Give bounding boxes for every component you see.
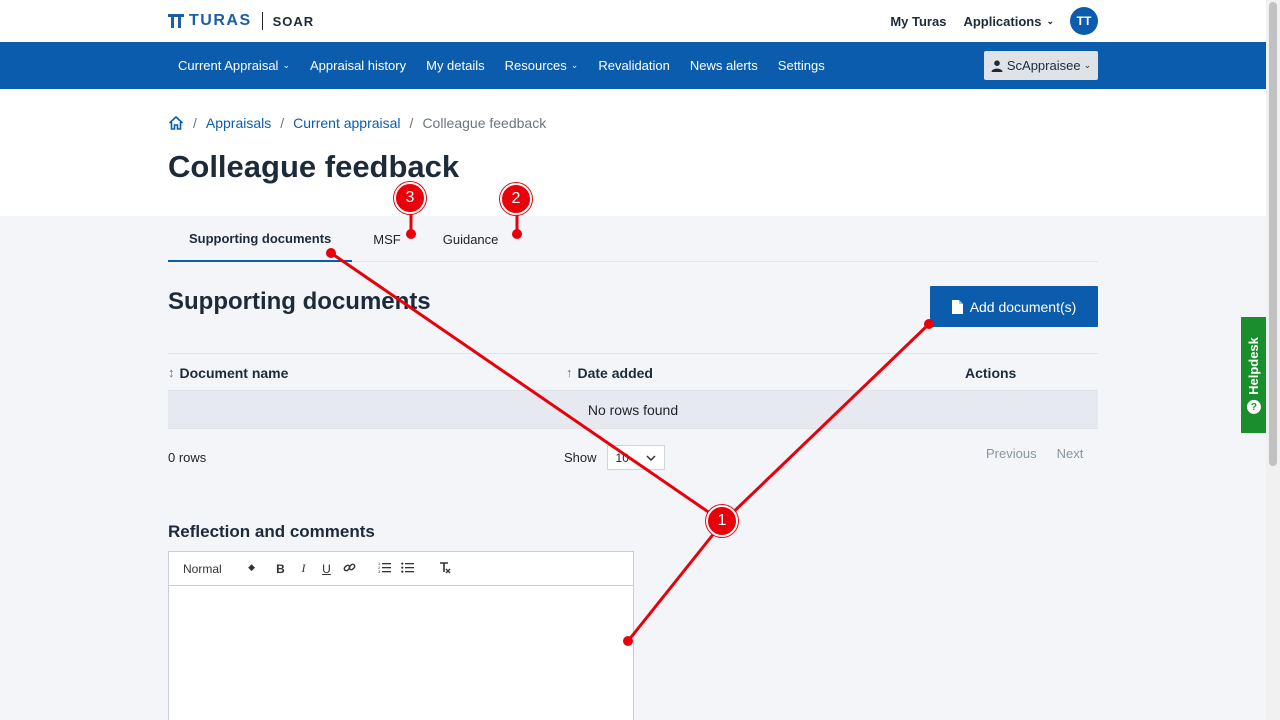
editor-textarea[interactable] [169,586,633,720]
chevron-down-icon: ⌄ [570,60,579,70]
pagination: Previous Next [986,446,1083,461]
main-navigation: Current Appraisal ⌄ Appraisal history My … [0,42,1266,89]
clear-format-icon [440,561,451,573]
rows-count: 0 rows [168,450,207,465]
chevron-down-icon: ⌄ [1083,60,1092,70]
column-label: Date added [577,364,653,381]
underline-button[interactable]: U [315,562,338,576]
link-button[interactable] [338,561,361,577]
nav-item-label: Revalidation [598,58,670,73]
breadcrumb: / Appraisals / Current appraisal / Colle… [168,115,546,131]
nav-item-appraisal-history[interactable]: Appraisal history [300,58,416,73]
chevron-down-icon [646,454,656,461]
avatar[interactable]: TT [1070,7,1098,35]
add-documents-label: Add document(s) [969,298,1077,315]
updown-icon: ◆ [248,561,255,572]
bold-button[interactable]: B [269,562,292,576]
applications-menu[interactable]: Applications ⌄ [963,14,1054,29]
column-document-name[interactable]: ↕ Document name [168,354,288,391]
breadcrumb-current-appraisal[interactable]: Current appraisal [293,115,400,131]
ordered-list-icon: 1 2 3 [378,561,391,574]
user-name: ScAppraisee [1006,58,1081,73]
turas-logo-icon [168,14,184,28]
empty-row: No rows found [168,391,1098,429]
page-scrollbar[interactable] [1266,0,1280,720]
nav-item-label: Resources [504,58,567,73]
nav-item-revalidation[interactable]: Revalidation [588,58,680,73]
nav-item-my-details[interactable]: My details [416,58,495,73]
tab-bar: Supporting documents MSF Guidance [168,216,1098,262]
editor-toolbar: Normal ◆ B I U 1 2 3 [169,552,633,586]
chevron-down-icon: ⌄ [282,60,290,70]
annotation-marker-3: 3 [394,182,426,214]
format-value: Normal [183,561,222,576]
nav-item-label: Current Appraisal [178,58,279,73]
page-title: Colleague feedback [168,149,460,184]
home-icon[interactable] [168,115,184,131]
helpdesk-tab[interactable]: ? Helpdesk [1241,317,1266,433]
applications-label: Applications [963,13,1042,29]
annotation-marker-1: 1 [706,505,738,537]
question-icon: ? [1246,399,1261,414]
chevron-down-icon: ⌄ [1046,15,1054,26]
column-label: Document name [179,364,289,381]
app-name: SOAR [272,13,315,29]
breadcrumb-separator: / [280,115,285,131]
reflection-title: Reflection and comments [168,522,375,541]
previous-button[interactable]: Previous [986,446,1037,461]
scrollbar-thumb[interactable] [1269,2,1277,466]
main-content: Supporting documents MSF Guidance Suppor… [0,216,1266,720]
annotation-marker-2: 2 [500,183,532,215]
italic-button[interactable]: I [292,561,315,576]
breadcrumb-separator: / [193,115,197,131]
tab-msf[interactable]: MSF [352,216,421,262]
reflection-editor: Normal ◆ B I U 1 2 3 [168,551,634,720]
nav-item-settings[interactable]: Settings [768,58,835,73]
nav-item-label: Settings [777,58,825,73]
add-documents-button[interactable]: Add document(s) [930,286,1098,327]
tab-supporting-documents[interactable]: Supporting documents [168,216,353,262]
nav-item-label: Appraisal history [310,58,407,73]
page-size-control: Show 10 [564,445,665,470]
my-turas-link[interactable]: My Turas [890,14,946,29]
documents-table: ↕ Document name ↑ Date added Actions No … [168,353,1098,429]
column-actions: Actions [965,354,1016,391]
breadcrumb-appraisals[interactable]: Appraisals [206,115,271,131]
logo-text: TURAS [189,12,252,29]
nav-item-resources[interactable]: Resources ⌄ [495,58,589,73]
user-menu-button[interactable]: ScAppraisee ⌄ [984,51,1098,80]
sort-both-icon: ↕ [168,365,175,380]
ordered-list-button[interactable]: 1 2 3 [373,561,396,576]
breadcrumb-separator: / [409,115,414,131]
bullet-list-button[interactable] [396,561,419,576]
link-icon [343,563,356,571]
tab-guidance[interactable]: Guidance [422,216,520,262]
clear-format-button[interactable] [433,561,456,577]
sort-ascending-icon: ↑ [566,365,573,380]
column-label: Actions [965,364,1017,381]
column-date-added[interactable]: ↑ Date added [566,354,653,391]
user-icon [991,59,1003,72]
nav-item-current-appraisal[interactable]: Current Appraisal ⌄ [168,58,300,73]
nav-item-label: News alerts [689,58,758,73]
show-label: Show [564,450,597,465]
top-bar: TURAS SOAR My Turas Applications ⌄ TT [0,0,1266,42]
bullet-list-icon [401,562,414,573]
logo-divider [261,12,263,30]
next-button[interactable]: Next [1057,446,1084,461]
section-title: Supporting documents [168,288,431,315]
document-icon [951,299,963,314]
format-select[interactable]: Normal ◆ [183,562,255,576]
breadcrumb-current: Colleague feedback [422,115,547,131]
my-turas-label: My Turas [890,13,947,29]
svg-text:3: 3 [378,569,381,573]
nav-item-label: My details [426,58,485,73]
page-size-value: 10 [615,450,629,465]
page-size-select[interactable]: 10 [606,445,665,470]
helpdesk-label: Helpdesk [1246,336,1261,395]
turas-logo[interactable]: TURAS SOAR [168,12,314,30]
nav-item-news-alerts[interactable]: News alerts [680,58,768,73]
table-header: ↕ Document name ↑ Date added Actions [168,353,1098,391]
